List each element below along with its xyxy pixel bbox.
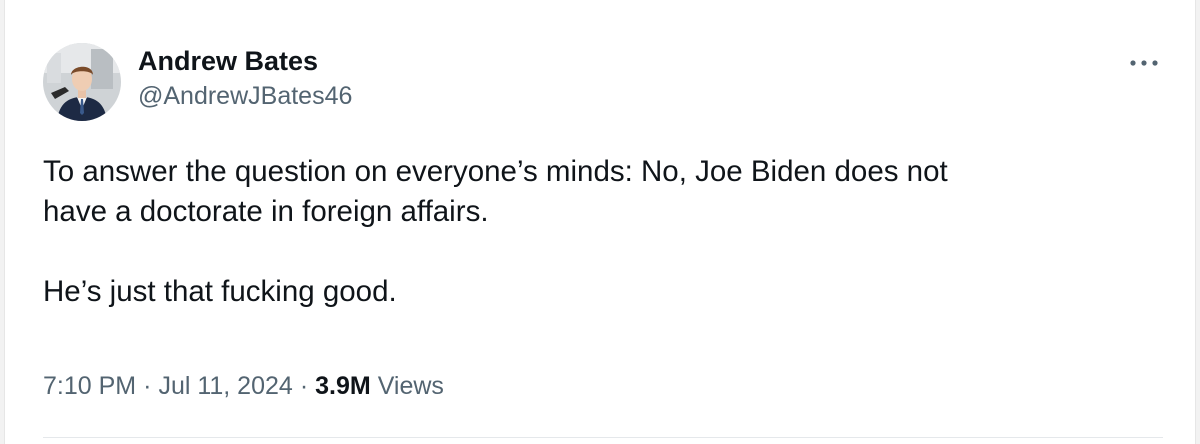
tweet-text: To answer the question on everyone’s min… (43, 152, 1163, 312)
display-name[interactable]: Andrew Bates (138, 44, 352, 78)
avatar[interactable] (43, 43, 121, 121)
timestamp-link[interactable]: 7:10 PM · Jul 11, 2024 (43, 372, 293, 400)
views-count: 3.9M (315, 372, 371, 400)
tweet-date: Jul 11, 2024 (158, 372, 293, 400)
meta-separator: · (299, 372, 309, 400)
views-label: Views (377, 372, 444, 400)
tweet-time: 7:10 PM (43, 372, 137, 400)
user-handle[interactable]: @AndrewJBates46 (138, 80, 352, 112)
divider (43, 437, 1163, 438)
tweet-text-line: He’s just that fucking good. (43, 275, 397, 308)
tweet-text-line: have a doctorate in foreign affairs. (43, 195, 489, 228)
tweet-card: Andrew Bates @AndrewJBates46 To answer t… (4, 0, 1196, 444)
profile-photo (43, 43, 121, 121)
author-block: Andrew Bates @AndrewJBates46 (138, 44, 352, 112)
more-options-button[interactable] (1126, 52, 1162, 74)
paragraph-break (43, 232, 1163, 272)
more-horizontal-icon (1130, 60, 1158, 66)
views-link[interactable]: 3.9M Views (315, 372, 444, 400)
meta-separator: · (143, 372, 152, 400)
tweet-meta: 7:10 PM · Jul 11, 2024 · 3.9M Views (43, 370, 444, 402)
tweet-text-line: To answer the question on everyone’s min… (43, 155, 948, 188)
